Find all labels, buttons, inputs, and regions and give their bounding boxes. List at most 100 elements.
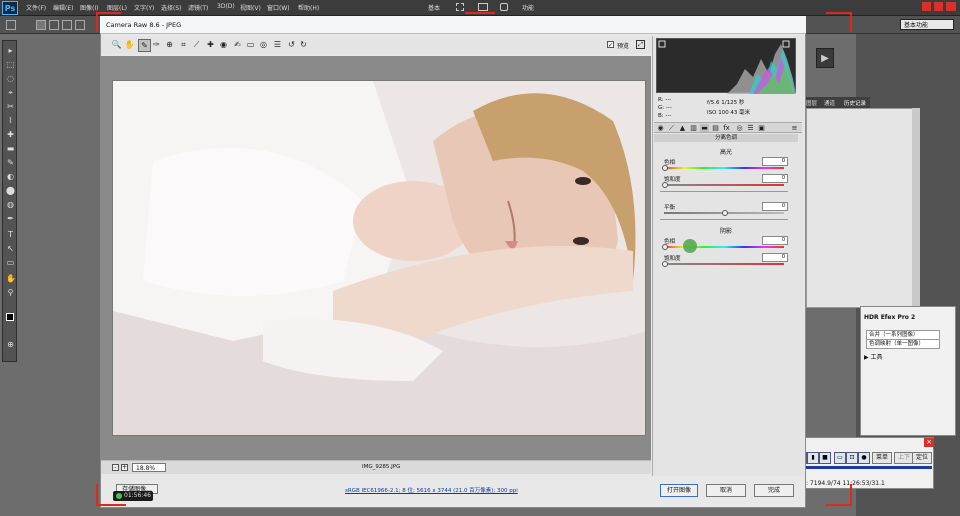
history-scrollbar[interactable] <box>912 108 920 308</box>
subtract-selection-icon[interactable] <box>62 20 72 30</box>
fullscreen-icon[interactable]: ⤢ <box>636 40 645 49</box>
window-icon[interactable] <box>478 3 488 11</box>
minimize-icon[interactable] <box>922 2 931 11</box>
slider-value-hl-hue[interactable]: 0 <box>762 157 788 166</box>
slider-thumb-balance[interactable] <box>722 210 728 216</box>
slider-thumb-sh-hue[interactable] <box>662 244 668 250</box>
new-selection-icon[interactable] <box>36 20 46 30</box>
rotate-right-icon[interactable]: ↻ <box>298 39 309 50</box>
slider-track-sh-hue[interactable] <box>664 246 784 248</box>
zoom-icon[interactable]: 🔍 <box>111 39 122 50</box>
tab-layers[interactable]: 图层 <box>806 99 817 107</box>
ctl-pause-icon[interactable]: ▮ <box>807 452 819 464</box>
adjust-brush-icon[interactable]: ✍ <box>232 39 243 50</box>
ctl-globe-icon[interactable]: ● <box>858 452 870 464</box>
tab-lens-icon[interactable]: ▤ <box>711 124 720 132</box>
tab-snapshots-icon[interactable]: ▣ <box>757 124 766 132</box>
tab-detail-icon[interactable]: ▲ <box>678 124 687 132</box>
crop-icon[interactable]: ⌗ <box>178 39 189 50</box>
open-image-button[interactable]: 打开图像 <box>660 484 698 497</box>
slider-track-hl-hue[interactable] <box>664 167 784 169</box>
maximize-icon[interactable] <box>934 2 943 11</box>
ctl-menu-button[interactable]: 菜单 <box>872 452 893 464</box>
radial-filter-icon[interactable]: ◎ <box>258 39 269 50</box>
shape-tool-icon[interactable]: ▭ <box>6 259 15 267</box>
menu-image[interactable]: 图像(I) <box>80 3 98 12</box>
center-tab-function[interactable]: 功能 <box>522 3 534 12</box>
lasso-tool-icon[interactable]: ◌ <box>6 75 15 83</box>
zoom-tool-icon[interactable]: ⚲ <box>6 289 15 297</box>
tab-history[interactable]: 历史记录 <box>844 99 866 107</box>
tab-channels[interactable]: 通道 <box>824 99 835 107</box>
zoom-level-select[interactable]: 18.8% <box>132 463 166 472</box>
brush-tool-icon[interactable]: ▬ <box>6 145 15 153</box>
hand-tool-icon[interactable]: ✋ <box>6 275 16 283</box>
tab-split-toning-icon[interactable]: ▬ <box>700 124 709 132</box>
menu-3d[interactable]: 3D(D) <box>217 3 235 10</box>
menu-window[interactable]: 窗口(W) <box>267 3 290 12</box>
zoom-in-button[interactable]: + <box>121 464 128 471</box>
preferences-icon[interactable]: ☰ <box>272 39 283 50</box>
rotate-left-icon[interactable]: ↺ <box>286 39 297 50</box>
marquee-tool-icon[interactable] <box>6 20 16 30</box>
eyedropper-tool-icon[interactable]: ⌇ <box>6 117 15 125</box>
tab-basic-icon[interactable]: ◉ <box>656 124 665 132</box>
tab-camera-calibration-icon[interactable]: ◎ <box>735 124 744 132</box>
slider-track-sh-sat[interactable] <box>664 263 784 265</box>
home-icon[interactable] <box>500 3 508 11</box>
crop-tool-icon[interactable]: ✂ <box>6 103 15 111</box>
ctl-screen-icon[interactable]: ▭ <box>834 452 846 464</box>
menu-view[interactable]: 视图(V) <box>240 3 261 12</box>
panel-menu-icon[interactable]: ≡ <box>790 124 799 132</box>
control-close-button[interactable]: × <box>924 438 934 447</box>
path-select-tool-icon[interactable]: ↖ <box>6 245 15 253</box>
hdr-tonemap-button[interactable]: 色调映射（单一图像） <box>866 339 940 349</box>
straighten-icon[interactable]: ⟋ <box>191 39 202 50</box>
close-icon[interactable] <box>946 2 956 11</box>
marquee-tool-icon[interactable]: ⬚ <box>6 61 15 69</box>
intersect-selection-icon[interactable] <box>75 20 85 30</box>
tab-fx-icon[interactable]: fx <box>722 124 731 132</box>
history-brush-tool-icon[interactable]: ◐ <box>6 173 15 181</box>
ctl-stop-icon[interactable]: ■ <box>819 452 831 464</box>
ctl-timeline[interactable] <box>794 466 932 469</box>
move-tool-icon[interactable]: ▸ <box>6 47 15 55</box>
menu-select[interactable]: 选择(S) <box>161 3 182 12</box>
stamp-tool-icon[interactable]: ✎ <box>6 159 15 167</box>
zoom-out-button[interactable]: - <box>112 464 119 471</box>
slider-value-hl-sat[interactable]: 0 <box>762 174 788 183</box>
pen-tool-icon[interactable]: ✒ <box>6 215 15 223</box>
color-sampler-icon[interactable]: ✑ <box>151 39 162 50</box>
slider-value-sh-sat[interactable]: 0 <box>762 253 788 262</box>
workflow-options-link[interactable]: sRGB IEC61966-2.1; 8 位; 5616 x 3744 (21.… <box>345 486 518 494</box>
slider-value-sh-hue[interactable]: 0 <box>762 236 788 245</box>
preview-checkbox[interactable]: ✓ <box>607 41 614 49</box>
foreground-color-swatch[interactable] <box>6 313 14 321</box>
workspace-select[interactable]: 基本功能 <box>900 19 954 30</box>
slider-thumb-hl-hue[interactable] <box>662 165 668 171</box>
spot-removal-icon[interactable]: ✚ <box>205 39 216 50</box>
target-icon[interactable]: ⊕ <box>164 39 175 50</box>
ctl-fit-icon[interactable]: ⊡ <box>846 452 858 464</box>
center-tab-basic[interactable]: 基本 <box>428 3 440 12</box>
slider-thumb-sh-sat[interactable] <box>662 261 668 267</box>
white-balance-icon[interactable]: ✎ <box>138 39 151 52</box>
done-button[interactable]: 完成 <box>754 484 794 497</box>
tab-tone-curve-icon[interactable]: ⟋ <box>667 124 676 132</box>
screen-mode-icon[interactable]: ⊕ <box>6 341 15 349</box>
menu-type[interactable]: 文字(Y) <box>134 3 154 12</box>
ctl-locate-button[interactable]: 定位 <box>912 452 933 464</box>
quick-select-tool-icon[interactable]: ⌖ <box>6 89 15 97</box>
tab-presets-icon[interactable]: ☰ <box>746 124 755 132</box>
gradient-tool-icon[interactable]: ◍ <box>6 201 15 209</box>
hdr-tools-section[interactable]: ▶ 工具 <box>864 352 883 361</box>
add-selection-icon[interactable] <box>49 20 59 30</box>
slider-track-hl-sat[interactable] <box>664 184 784 186</box>
graduated-filter-icon[interactable]: ▭ <box>245 39 256 50</box>
healing-tool-icon[interactable]: ✚ <box>6 131 15 139</box>
menu-filter[interactable]: 滤镜(T) <box>188 3 208 12</box>
slider-thumb-hl-sat[interactable] <box>662 182 668 188</box>
ctl-up-button[interactable]: 上下 <box>894 452 915 464</box>
marquee-icon[interactable] <box>456 3 464 11</box>
tab-hsl-icon[interactable]: ▥ <box>689 124 698 132</box>
